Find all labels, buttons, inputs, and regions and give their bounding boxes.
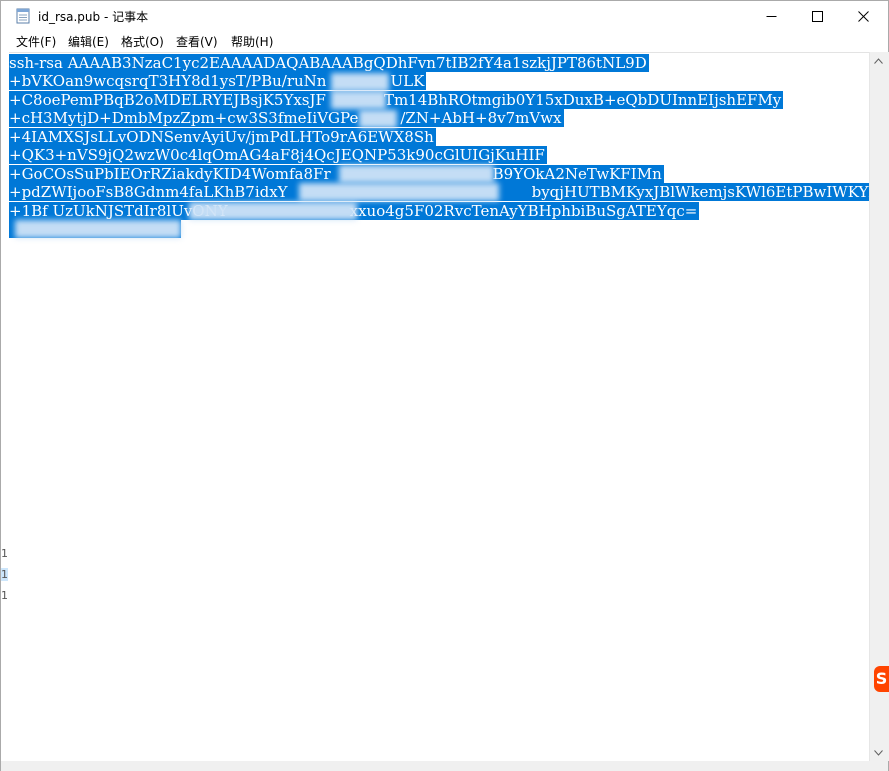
selected-text: +pdZWIjooFsB8Gdnm4faLKhB7idxY xyxy=(9,183,290,201)
scroll-down-button[interactable] xyxy=(870,744,887,761)
selected-text: +bVKOan9wcqsrqT3HY8d1ysT/PBu/ruNn xyxy=(9,72,329,90)
menu-format[interactable]: 格式(O) xyxy=(120,33,165,50)
maximize-button[interactable] xyxy=(794,1,840,31)
text-line: +QK3+nVS9jQ2wzW0c4lqOmAG4aF8j4QcJEQNP53k… xyxy=(9,146,547,164)
selected-text: ssh-rsa AAAAB3NzaC1yc2EAAAADAQABAAABgQDh… xyxy=(9,54,649,72)
minimize-icon xyxy=(766,15,776,17)
selected-text: +GoCOsSuPbIEOrRZiakdyKID4Womfa8Fr xyxy=(9,165,333,183)
close-icon xyxy=(857,10,869,22)
close-button[interactable] xyxy=(840,1,886,31)
text-line: +cH3MytjD+DmbMpzZpm+cw3S3fmeIiVGPe/ZN+Ab… xyxy=(9,109,564,127)
menu-edit[interactable]: 编辑(E) xyxy=(67,33,110,50)
text-line: ssh-rsa AAAAB3NzaC1yc2EAAAADAQABAAABgQDh… xyxy=(9,54,649,72)
menu-file[interactable]: 文件(F) xyxy=(15,33,57,50)
chevron-up-icon xyxy=(874,57,883,64)
selected-text: +cH3MytjD+DmbMpzZpm+cw3S3fmeIiVGPe xyxy=(9,109,361,127)
bottom-border xyxy=(1,761,888,771)
selected-text: +4IAMXSJsLLvODNSenvAyiUv/jmPdLHTo9rA6EWX… xyxy=(9,128,436,146)
selected-text: +C8oePemPBqB2oMDELRYEJBsjK5YxsJF xyxy=(9,91,328,109)
menu-view[interactable]: 查看(V) xyxy=(175,33,219,50)
chevron-down-icon xyxy=(874,749,883,756)
selected-text: +QK3+nVS9jQ2wzW0c4lqOmAG4aF8j4QcJEQNP53k… xyxy=(9,146,547,164)
notepad-icon xyxy=(16,8,30,24)
redaction-blur xyxy=(339,165,494,183)
redaction-blur xyxy=(15,220,181,238)
redaction-blur xyxy=(331,91,386,109)
vertical-scrollbar[interactable] xyxy=(869,52,887,761)
text-line: +GoCOsSuPbIEOrRZiakdyKID4Womfa8Fr B9YOkA2… xyxy=(9,165,664,183)
title-bar[interactable]: id_rsa.pub - 记事本 xyxy=(1,1,888,31)
menu-help[interactable]: 帮助(H) xyxy=(230,33,274,50)
background-window-strip: 1 1 1 xyxy=(1,52,9,761)
scroll-up-button[interactable] xyxy=(870,52,887,69)
maximize-icon xyxy=(811,10,823,22)
selected-text: Tm14BhROtmgib0Y15xDuxB+eQbDUInnEIjshEFMy xyxy=(327,91,784,109)
minimize-button[interactable] xyxy=(748,1,794,31)
text-editor[interactable]: ssh-rsa AAAAB3NzaC1yc2EAAAADAQABAAABgQDh… xyxy=(9,52,869,762)
redaction-blur xyxy=(331,73,389,91)
redaction-blur xyxy=(189,202,357,220)
window-title: id_rsa.pub - 记事本 xyxy=(38,10,149,24)
background-digit: 1 xyxy=(1,547,8,560)
redaction-blur xyxy=(299,183,499,201)
text-line: +C8oePemPBqB2oMDELRYEJBsjK5YxsJF Tm14BhRO… xyxy=(9,91,784,109)
redaction-blur xyxy=(359,110,397,128)
text-line: +4IAMXSJsLLvODNSenvAyiUv/jmPdLHTo9rA6EWX… xyxy=(9,128,436,146)
floating-badge[interactable]: S xyxy=(874,666,889,692)
background-digit: 1 xyxy=(1,589,8,602)
notepad-window: id_rsa.pub - 记事本 文件(F) 编辑(E) 格式(O) 查看(V)… xyxy=(0,0,889,771)
menu-bar: 文件(F) 编辑(E) 格式(O) 查看(V) 帮助(H) xyxy=(1,31,888,51)
background-digit: 1 xyxy=(1,568,8,581)
